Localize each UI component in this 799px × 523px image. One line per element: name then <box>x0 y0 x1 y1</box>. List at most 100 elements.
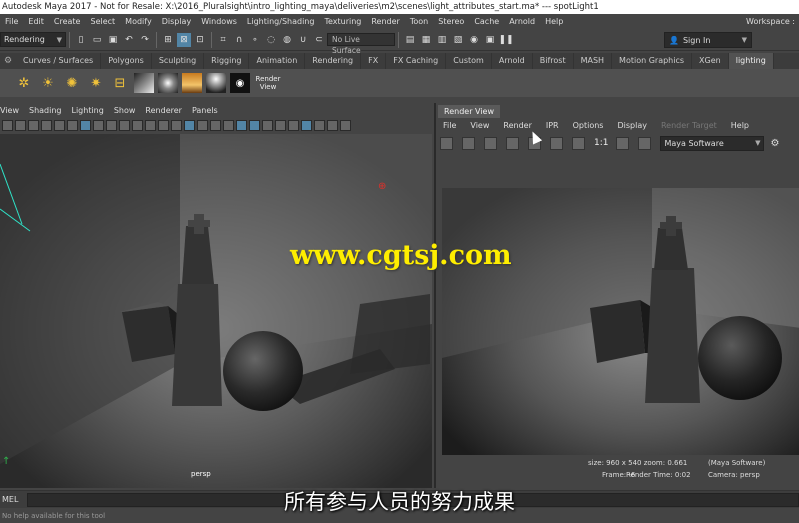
keep-image-icon[interactable] <box>616 136 630 150</box>
shelf-tab-fx[interactable]: FX <box>361 53 387 69</box>
shelf-tab-sculpting[interactable]: Sculpting <box>152 53 205 69</box>
menu-edit[interactable]: Edit <box>23 17 49 26</box>
renderer-dropdown[interactable]: Maya Software ▼ <box>660 135 765 151</box>
menu-stereo[interactable]: Stereo <box>433 17 469 26</box>
bookmark-icon[interactable] <box>28 119 39 131</box>
snap-point-icon[interactable]: ∘ <box>248 33 262 47</box>
snap-curve-icon[interactable]: ∩ <box>232 33 246 47</box>
rv-menu-view[interactable]: View <box>463 121 496 130</box>
viewport-menu-shading[interactable]: Shading <box>24 106 67 115</box>
material-preview-3-icon[interactable] <box>182 73 202 93</box>
menu-set-dropdown[interactable]: Rendering ▼ <box>0 32 66 47</box>
rendered-image[interactable] <box>442 188 799 455</box>
redo-icon[interactable]: ↷ <box>138 33 152 47</box>
rgb-channels-icon[interactable] <box>550 136 563 150</box>
material-preview-1-icon[interactable] <box>134 73 154 93</box>
shelf-tab-mash[interactable]: MASH <box>574 53 613 69</box>
shelf-tab-animation[interactable]: Animation <box>249 53 306 69</box>
point-light-icon[interactable]: ✺ <box>62 73 82 93</box>
film-gate-icon[interactable] <box>93 119 104 131</box>
shadows-icon[interactable] <box>249 119 260 131</box>
render-view-shelf-button[interactable]: Render View <box>254 72 282 94</box>
script-language-toggle[interactable]: MEL <box>0 493 25 507</box>
gate-mask-icon[interactable] <box>119 119 130 131</box>
render-view-icon[interactable]: ▣ <box>483 33 497 47</box>
menu-arnold[interactable]: Arnold <box>504 17 540 26</box>
undo-icon[interactable]: ↶ <box>122 33 136 47</box>
menu-help[interactable]: Help <box>540 17 568 26</box>
textured-icon[interactable] <box>223 119 234 131</box>
command-input[interactable] <box>27 493 799 507</box>
live-surface-field[interactable]: No Live Surface <box>327 33 395 55</box>
rv-menu-render[interactable]: Render <box>496 121 538 130</box>
render-frame-icon[interactable] <box>440 136 453 150</box>
menu-create[interactable]: Create <box>49 17 86 26</box>
render-view-tab[interactable]: Render View <box>438 105 501 118</box>
ratio-button[interactable]: 1:1 <box>594 138 608 148</box>
menu-lighting-shading[interactable]: Lighting/Shading <box>242 17 320 26</box>
two-d-pan-icon[interactable] <box>54 119 65 131</box>
spot-light-icon[interactable]: ✷ <box>86 73 106 93</box>
shelf-tab-bifrost[interactable]: Bifrost <box>533 53 574 69</box>
field-chart-icon[interactable] <box>132 119 143 131</box>
x-ray-joints-icon[interactable] <box>327 119 338 131</box>
smooth-shade-icon[interactable] <box>184 119 195 131</box>
shelf-tab-xgen[interactable]: XGen <box>692 53 729 69</box>
eye-icon[interactable]: ◉ <box>230 73 250 93</box>
select-component-icon[interactable]: ⊡ <box>193 33 207 47</box>
snap-grid-icon[interactable]: ⌗ <box>216 33 230 47</box>
material-preview-4-icon[interactable] <box>206 73 226 93</box>
sign-in-button[interactable]: 👤 Sign In ▼ <box>664 32 752 48</box>
menu-modify[interactable]: Modify <box>120 17 157 26</box>
snap-view-icon[interactable]: ◌ <box>264 33 278 47</box>
isolate-select-icon[interactable] <box>301 119 312 131</box>
resolution-gate-icon[interactable] <box>106 119 117 131</box>
rv-menu-display[interactable]: Display <box>610 121 654 130</box>
menu-display[interactable]: Display <box>157 17 197 26</box>
select-hierarchy-icon[interactable]: ⊞ <box>161 33 175 47</box>
motion-blur-icon[interactable] <box>275 119 286 131</box>
rv-menu-ipr[interactable]: IPR <box>539 121 566 130</box>
material-preview-2-icon[interactable] <box>158 73 178 93</box>
rv-menu-file[interactable]: File <box>436 121 463 130</box>
x-ray-icon[interactable] <box>314 119 325 131</box>
screen-space-ao-icon[interactable] <box>262 119 273 131</box>
area-light-icon[interactable]: ⊟ <box>110 73 130 93</box>
anti-aliasing-icon[interactable] <box>288 119 299 131</box>
viewport-menu-lighting[interactable]: Lighting <box>66 106 108 115</box>
menu-render[interactable]: Render <box>366 17 404 26</box>
live-surface-icon[interactable]: ⊂ <box>312 33 326 47</box>
shelf-tab-curves-surfaces[interactable]: Curves / Surfaces <box>16 53 102 69</box>
menu-texturing[interactable]: Texturing <box>319 17 366 26</box>
render-frame-icon[interactable]: ▦ <box>419 33 433 47</box>
rv-menu-options[interactable]: Options <box>566 121 611 130</box>
safe-action-icon[interactable] <box>145 119 156 131</box>
menu-toon[interactable]: Toon <box>405 17 433 26</box>
select-camera-icon[interactable] <box>2 119 13 131</box>
history-icon[interactable]: ▤ <box>403 33 417 47</box>
directional-light-icon[interactable]: ☀ <box>38 73 58 93</box>
rv-menu-help[interactable]: Help <box>724 121 756 130</box>
menu-file[interactable]: File <box>0 17 23 26</box>
shelf-tab-polygons[interactable]: Polygons <box>101 53 152 69</box>
menu-windows[interactable]: Windows <box>196 17 242 26</box>
ipr-icon[interactable] <box>506 136 519 150</box>
viewport-menu-show[interactable]: Show <box>109 106 141 115</box>
workspace-label[interactable]: Workspace : <box>746 14 799 29</box>
gear-icon[interactable]: ⚙ <box>0 56 16 66</box>
shelf-tab-lighting[interactable]: lighting <box>728 53 774 69</box>
ipr-render-icon[interactable]: ▥ <box>435 33 449 47</box>
viewport-menu-renderer[interactable]: Renderer <box>140 106 187 115</box>
ambient-light-icon[interactable]: ✲ <box>14 73 34 93</box>
viewport-menu-view[interactable]: View <box>0 106 24 115</box>
shelf-tab-custom[interactable]: Custom <box>446 53 492 69</box>
image-plane-icon[interactable] <box>41 119 52 131</box>
shelf-tab-motion-graphics[interactable]: Motion Graphics <box>612 53 693 69</box>
default-material-icon[interactable] <box>197 119 208 131</box>
open-scene-icon[interactable]: ▭ <box>90 33 104 47</box>
camera-attributes-icon[interactable] <box>15 119 26 131</box>
render-settings-icon[interactable]: ⚙ <box>770 138 779 149</box>
grid-icon[interactable] <box>80 119 91 131</box>
remove-image-icon[interactable] <box>638 136 652 150</box>
grease-pencil-icon[interactable] <box>67 119 78 131</box>
